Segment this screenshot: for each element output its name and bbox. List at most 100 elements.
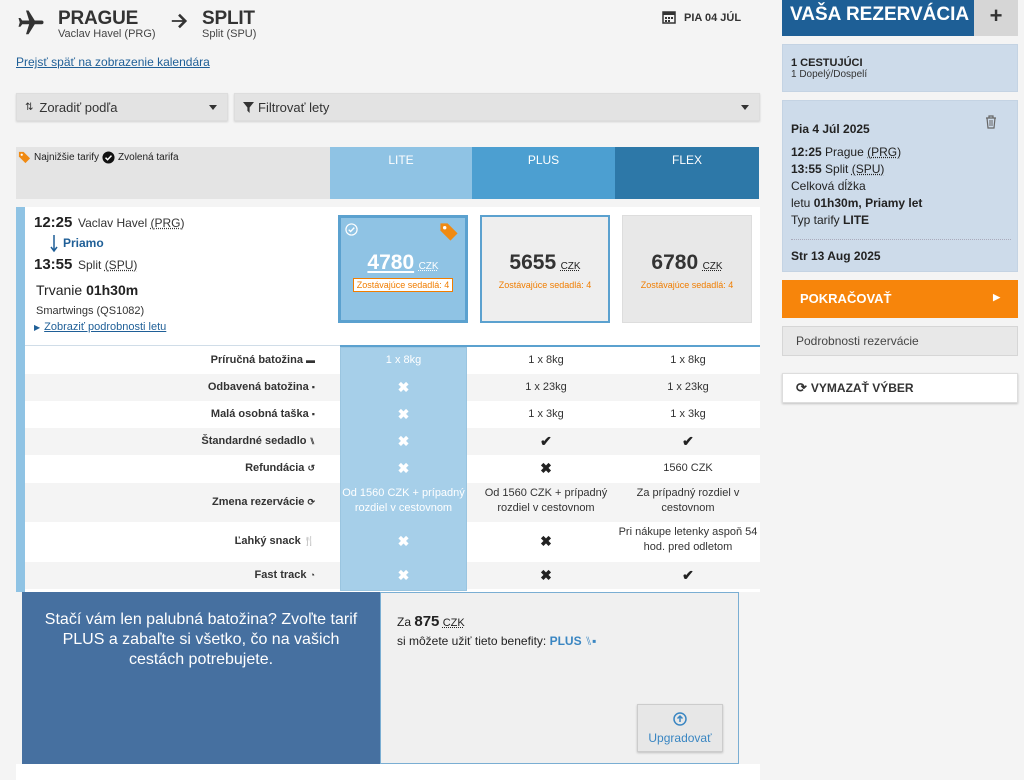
- chevron-down-icon: [209, 105, 217, 110]
- summary-length-label: Celková dĺžka: [791, 179, 866, 193]
- price-tag-icon: [440, 223, 458, 241]
- lite-feature-value: Od 1560 CZK + prípadný rozdiel v cestovn…: [342, 487, 465, 514]
- seats-left-flex: Zostávajúce sedadlá: 4: [640, 280, 734, 290]
- direct-flight-label: Priamo: [63, 236, 104, 250]
- feature-label: Odbavená batožina ▪: [207, 381, 315, 393]
- suitcase-icon: ▬: [306, 355, 315, 365]
- fare-price-plus: 5655: [509, 251, 557, 274]
- passengers-title: 1 CESTUJÚCI: [791, 57, 863, 69]
- refresh-icon: ⟳: [796, 380, 807, 395]
- flight-details-link[interactable]: ▶ Zobraziť podrobnosti letu: [34, 321, 166, 333]
- plus-cross-icon: ✖: [540, 567, 552, 583]
- luggage-icon: ▪: [311, 382, 315, 392]
- flight-date: PIA 04 JÚL: [684, 12, 742, 24]
- sort-dropdown[interactable]: ⇅ Zoradiť podľa: [16, 93, 228, 121]
- plus-check-icon: ✔: [540, 433, 552, 449]
- fare-card-lite[interactable]: 4780 CZK Zostávajúce sedadlá: 4: [338, 215, 468, 323]
- sort-label: Zoradiť podľa: [39, 99, 118, 115]
- fare-price-flex: 6780: [651, 251, 699, 274]
- clear-selection-button[interactable]: ⟳ VYMAZAŤ VÝBER: [782, 373, 1018, 403]
- trash-icon[interactable]: [985, 115, 997, 129]
- lite-feature-value: 1 x 8kg: [385, 354, 422, 366]
- filter-label: Filtrovať lety: [258, 99, 330, 115]
- destination-airport: Split (SPU): [202, 28, 257, 40]
- plus-cross-icon: ✖: [540, 460, 552, 476]
- seat-icon: ⑊: [309, 436, 315, 446]
- back-to-calendar-link[interactable]: Prejsť späť na zobrazenie kalendára: [16, 55, 210, 69]
- flight-duration: Trvanie 01h30m: [36, 282, 139, 298]
- feature-label: Refundácia ↺: [245, 462, 315, 474]
- check-circle-icon: [102, 151, 115, 164]
- expand-button[interactable]: +: [974, 0, 1018, 36]
- feature-label: Malá osobná taška ▪: [210, 408, 315, 420]
- filter-icon: [243, 101, 254, 113]
- arrival-airport: Split (SPU): [78, 258, 138, 272]
- caret-right-icon: ▶: [34, 322, 41, 332]
- plus-feature-value: 1 x 8kg: [528, 354, 564, 366]
- passengers-detail: 1 Dopelý/Dospelí: [791, 69, 868, 80]
- arrow-right-icon: [171, 13, 188, 29]
- departure-time: 12:25: [34, 214, 73, 231]
- luggage-icon: ▪: [592, 634, 597, 648]
- feature-label: Príručná batožina ▬: [210, 354, 315, 366]
- filter-dropdown[interactable]: Filtrovať lety: [234, 93, 760, 121]
- flex-check-icon: ✔: [682, 433, 694, 449]
- upgrade-button[interactable]: Upgradovať: [637, 704, 723, 752]
- feature-label: Fast track ◔: [254, 569, 315, 581]
- summary-length: letu 01h30m, Priamy let: [791, 196, 923, 210]
- plus-feature-value: 1 x 23kg: [525, 381, 567, 393]
- food-icon: 🍴: [303, 536, 315, 546]
- arrow-up-circle-icon: [673, 712, 687, 726]
- flex-feature-value: Pri nákupe letenky aspoň 54 hod. pred od…: [618, 526, 758, 553]
- upsell-banner: Stačí vám len palubná batožina? Zvoľte t…: [22, 592, 380, 764]
- clock-icon: ◔: [309, 570, 315, 580]
- upsell-benefits: si môžete užiť tieto benefity: PLUS ⑊▪: [397, 634, 597, 648]
- origin-airport: Vaclav Havel (PRG): [58, 28, 156, 40]
- caret-right-icon: ▶: [993, 292, 1000, 302]
- lite-cross-icon: ✖: [397, 406, 410, 422]
- passengers-box: 1 CESTUJÚCI 1 Dopelý/Dospelí: [782, 44, 1018, 92]
- reservation-details-button[interactable]: Podrobnosti rezervácie: [782, 326, 1018, 356]
- upsell-offer: Za 875 CZK si môžete užiť tieto benefity…: [380, 592, 739, 764]
- flex-check-icon: ✔: [682, 567, 694, 583]
- lite-cross-icon: ✖: [397, 433, 410, 449]
- calendar-icon: [662, 11, 676, 24]
- sort-icon: ⇅: [25, 101, 34, 113]
- fare-price-lite: 4780: [367, 251, 415, 274]
- upsell-headline: Stačí vám len palubná batožina? Zvoľte t…: [44, 611, 358, 668]
- feature-label: Štandardné sedadlo ⑊: [201, 435, 315, 447]
- feature-label: Ľahký snack 🍴: [234, 535, 315, 547]
- chevron-down-icon: [741, 105, 749, 110]
- legend-lowest: Najnižšie tarify: [34, 152, 100, 163]
- lite-cross-icon: ✖: [397, 460, 410, 476]
- arrow-down-icon: [50, 235, 58, 253]
- fare-header-flex: FLEX: [615, 147, 759, 199]
- continue-button[interactable]: POKRAČOVAŤ ▶: [782, 280, 1018, 318]
- booking-page: PRAGUE Vaclav Havel (PRG) SPLIT Split (S…: [0, 0, 1024, 780]
- plus-feature-value: Od 1560 CZK + prípadný rozdiel v cestovn…: [484, 487, 608, 514]
- bag-icon: ▪: [311, 409, 315, 419]
- plus-feature-value: 1 x 3kg: [528, 408, 564, 420]
- lite-cross-icon: ✖: [397, 533, 410, 549]
- flight-carrier: Smartwings (QS1082): [36, 305, 145, 317]
- lite-cross-icon: ✖: [397, 567, 410, 583]
- fare-card-plus[interactable]: 5655 CZK Zostávajúce sedadlá: 4: [480, 215, 610, 323]
- flex-feature-value: 1 x 23kg: [667, 381, 709, 393]
- return-date: Str 13 Aug 2025: [791, 239, 1011, 265]
- upsell-price: Za 875 CZK: [397, 613, 465, 630]
- summary-departure: 12:25 Prague (PRG): [791, 145, 902, 159]
- check-circle-icon: [345, 223, 358, 236]
- feature-label: Zmena rezervácie ⟳: [212, 496, 315, 508]
- flex-feature-value: 1 x 8kg: [670, 354, 706, 366]
- refund-icon: ↺: [307, 463, 315, 473]
- flex-feature-value: 1 x 3kg: [670, 408, 706, 420]
- fare-header-lite: LITE: [330, 147, 472, 199]
- refresh-icon: ⟳: [307, 497, 315, 507]
- price-tag-icon: [18, 151, 31, 164]
- selected-flight-marker: [16, 207, 25, 592]
- fare-legend: Najnižšie tarify Zvolená tarifa: [16, 147, 330, 199]
- flex-feature-value: Za prípadný rozdiel v cestovnom: [636, 487, 740, 514]
- origin-city: PRAGUE: [58, 8, 139, 29]
- fare-card-flex[interactable]: 6780 CZK Zostávajúce sedadlá: 4: [622, 215, 752, 323]
- legend-selected: Zvolená tarifa: [118, 152, 179, 163]
